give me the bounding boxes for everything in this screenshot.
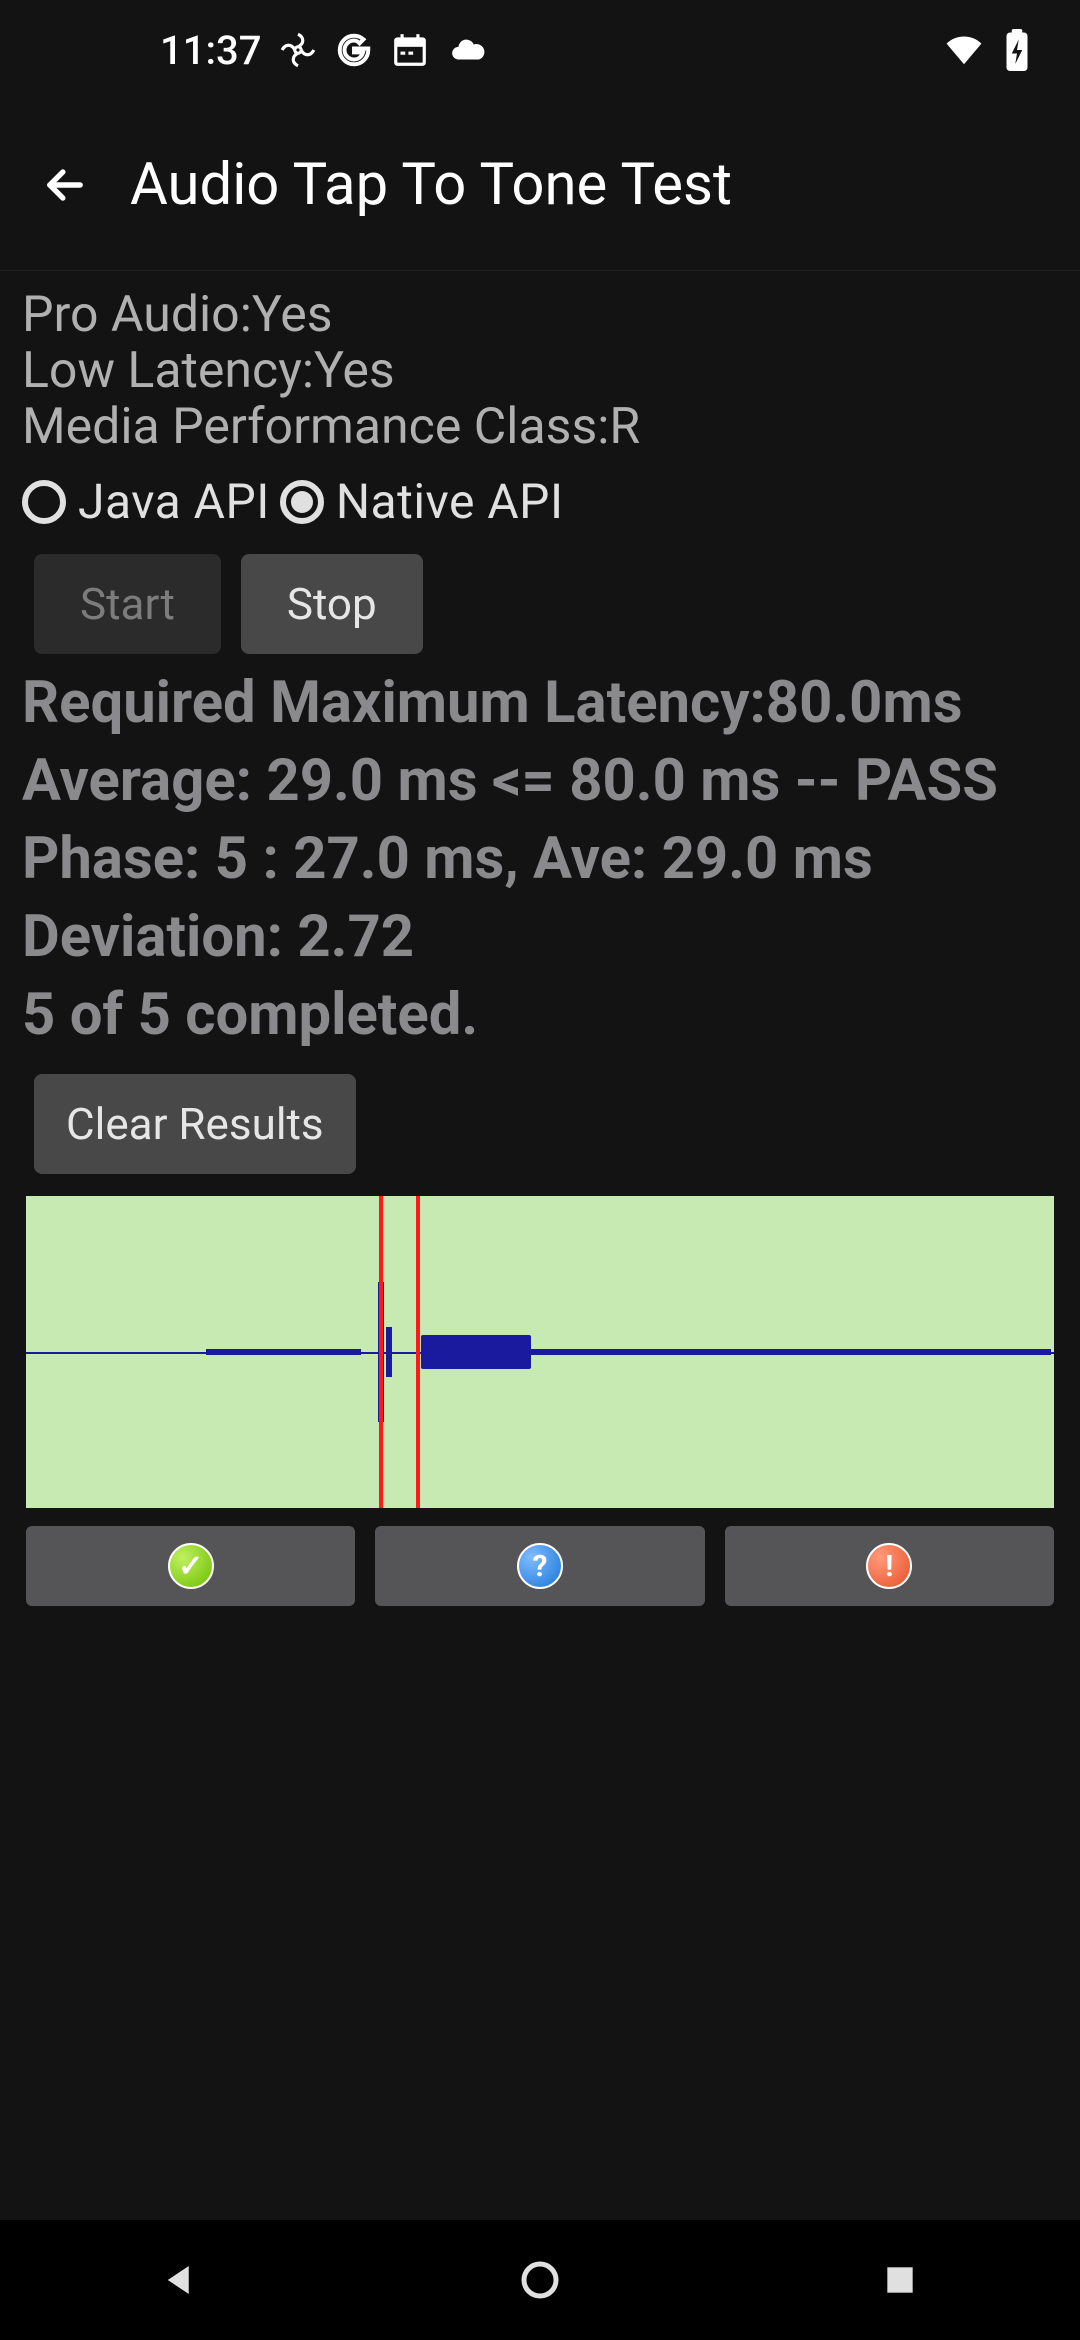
result-line-phase: Phase: 5 : 27.0 ms, Ave: 29.0 ms xyxy=(22,820,1058,898)
waveform-chart xyxy=(26,1196,1054,1508)
radio-unchecked-icon xyxy=(22,480,66,524)
nav-home-button[interactable] xyxy=(510,2250,570,2310)
help-button[interactable]: ? xyxy=(375,1526,704,1606)
result-line-latency: Required Maximum Latency:80.0ms xyxy=(22,664,1058,742)
device-info: Pro Audio:Yes Low Latency:Yes Media Perf… xyxy=(0,271,1080,455)
control-buttons: Start Stop xyxy=(0,540,1080,660)
status-right xyxy=(942,29,1030,71)
native-api-radio[interactable]: Native API xyxy=(280,473,564,530)
wifi-icon xyxy=(942,31,986,69)
perf-class-label: Media Performance Class: xyxy=(22,398,609,456)
nav-bar xyxy=(0,2220,1080,2340)
waveform-tap-spike xyxy=(386,1327,392,1377)
app-bar: Audio Tap To Tone Test xyxy=(0,100,1080,271)
api-radios: Java API Native API xyxy=(0,455,1080,540)
check-icon: ✓ xyxy=(168,1543,214,1589)
page-title: Audio Tap To Tone Test xyxy=(130,151,732,219)
stop-button[interactable]: Stop xyxy=(241,554,423,654)
start-button: Start xyxy=(34,554,221,654)
low-latency-label: Low Latency: xyxy=(22,342,314,400)
status-left: 11:37 xyxy=(160,27,489,74)
clear-results-button[interactable]: Clear Results xyxy=(34,1074,356,1174)
tone-marker-line xyxy=(416,1196,420,1508)
nav-recents-button[interactable] xyxy=(870,2250,930,2310)
radio-checked-icon xyxy=(280,480,324,524)
pinwheel-icon xyxy=(279,31,317,69)
native-api-label: Native API xyxy=(336,473,564,530)
pro-audio-label: Pro Audio: xyxy=(22,286,252,344)
result-badge-row: ✓ ? ! xyxy=(0,1514,1080,1618)
cloud-icon xyxy=(447,31,489,69)
pro-audio-value: Yes xyxy=(252,286,333,344)
status-bar: 11:37 xyxy=(0,0,1080,100)
results-text: Required Maximum Latency:80.0ms Average:… xyxy=(0,660,1080,1058)
pass-button[interactable]: ✓ xyxy=(26,1526,355,1606)
result-line-completed: 5 of 5 completed. xyxy=(22,976,1058,1054)
result-line-average: Average: 29.0 ms <= 80.0 ms -- PASS xyxy=(22,742,1058,820)
waveform-tail xyxy=(531,1349,1051,1355)
java-api-label: Java API xyxy=(78,473,270,530)
calendar-icon xyxy=(391,31,429,69)
back-button[interactable] xyxy=(30,150,100,220)
battery-charging-icon xyxy=(1004,29,1030,71)
tap-marker-line xyxy=(379,1196,383,1508)
google-icon xyxy=(335,31,373,69)
alert-icon: ! xyxy=(866,1543,912,1589)
low-latency-value: Yes xyxy=(314,342,395,400)
waveform-noise-left xyxy=(206,1349,361,1355)
help-icon: ? xyxy=(517,1543,563,1589)
java-api-radio[interactable]: Java API xyxy=(22,473,270,530)
perf-class-value: R xyxy=(609,398,640,456)
clock-text: 11:37 xyxy=(160,27,261,74)
result-line-deviation: Deviation: 2.72 xyxy=(22,898,1058,976)
waveform-tone-burst xyxy=(421,1335,531,1369)
fail-button[interactable]: ! xyxy=(725,1526,1054,1606)
nav-back-button[interactable] xyxy=(150,2250,210,2310)
